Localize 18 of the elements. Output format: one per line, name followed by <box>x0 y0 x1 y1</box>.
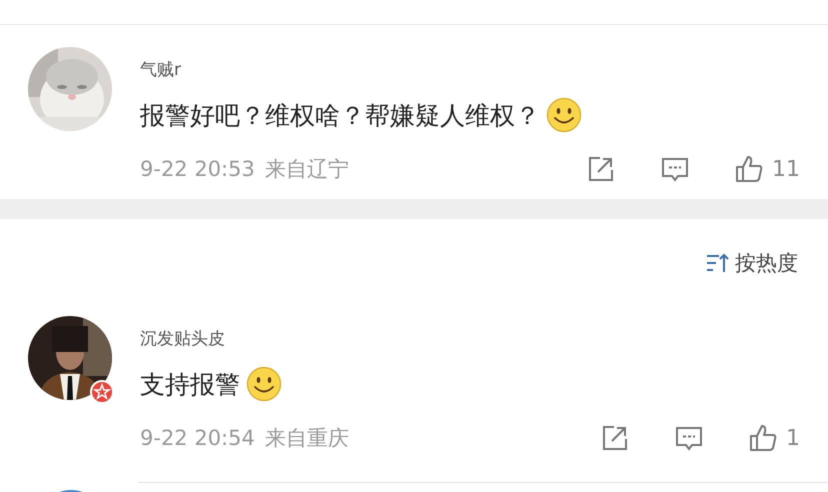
comment-text: 报警好吧？维权啥？帮嫌疑人维权？ <box>140 100 540 132</box>
smiley-icon <box>546 97 582 133</box>
share-icon[interactable] <box>600 423 630 453</box>
share-icon[interactable] <box>586 154 616 184</box>
thumbs-up-icon[interactable] <box>748 423 778 453</box>
thumbs-up-icon[interactable] <box>734 154 764 184</box>
comment-location: 来自重庆 <box>264 425 349 452</box>
comment-text: 支持报警 <box>140 368 240 400</box>
comment-location: 来自辽宁 <box>264 156 349 183</box>
username[interactable]: 气贼r <box>140 57 800 83</box>
smiley-icon <box>246 366 282 402</box>
comment-time: 9-22 20:54 <box>140 426 255 450</box>
comment-time: 9-22 20:53 <box>140 157 255 181</box>
username[interactable]: 沉发贴头皮 <box>140 326 800 352</box>
like-count: 1 <box>786 426 800 450</box>
sort-label[interactable]: 按热度 <box>735 249 798 277</box>
sort-icon[interactable] <box>705 251 729 275</box>
like-count: 11 <box>772 156 800 182</box>
